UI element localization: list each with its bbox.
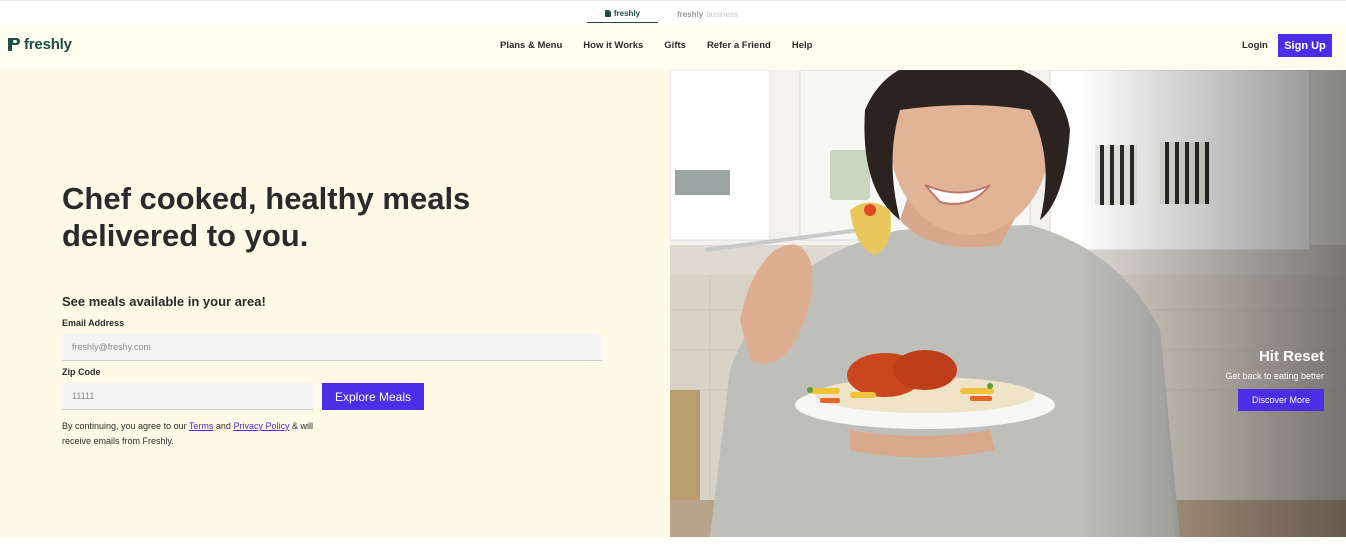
main-nav: Plans & Menu How it Works Gifts Refer a … — [500, 40, 812, 51]
freshly-logo[interactable]: freshly — [8, 36, 72, 53]
woman-eating-pasta-photo — [670, 70, 1346, 537]
brand-switcher: freshly freshly business — [0, 0, 1346, 24]
nav-how-it-works[interactable]: How it Works — [583, 40, 643, 51]
freshly-business-tab-suffix: business — [706, 9, 738, 19]
legal-notice: By continuing, you agree to our Terms an… — [62, 419, 322, 449]
nav-refer-a-friend[interactable]: Refer a Friend — [707, 40, 771, 51]
hero-image: Hit Reset Get back to eating better Disc… — [670, 70, 1346, 537]
login-link[interactable]: Login — [1242, 40, 1268, 51]
explore-meals-button[interactable]: Explore Meals — [322, 383, 424, 410]
terms-link[interactable]: Terms — [189, 421, 214, 431]
freshly-tab[interactable]: freshly — [587, 5, 658, 23]
logo-text: freshly — [24, 36, 72, 53]
zip-field[interactable]: 11111 — [62, 383, 313, 410]
hero-subhead: See meals available in your area! — [62, 294, 266, 309]
zip-label: Zip Code — [62, 367, 101, 377]
nav-help[interactable]: Help — [792, 40, 813, 51]
email-label: Email Address — [62, 318, 125, 328]
freshly-logo-icon — [604, 10, 611, 17]
discover-more-button[interactable]: Discover More — [1238, 389, 1324, 411]
promo-text: Get back to eating better — [1225, 371, 1324, 381]
freshly-business-tab[interactable]: freshly business — [677, 5, 738, 23]
legal-prefix: By continuing, you agree to our — [62, 421, 189, 431]
promo-card: Hit Reset Get back to eating better Disc… — [1225, 348, 1324, 411]
freshly-tab-label: freshly — [613, 9, 641, 18]
email-field[interactable]: freshly@freshy.com — [62, 334, 602, 361]
privacy-policy-link[interactable]: Privacy Policy — [233, 421, 289, 431]
promo-title: Hit Reset — [1258, 348, 1324, 365]
email-placeholder: freshly@freshy.com — [72, 342, 151, 352]
nav-gifts[interactable]: Gifts — [664, 40, 686, 51]
legal-and: and — [213, 421, 234, 431]
freshly-business-tab-label: freshly — [677, 9, 704, 19]
freshly-logo-icon — [8, 38, 20, 51]
hero-headline: Chef cooked, healthy meals delivered to … — [62, 181, 471, 253]
site-header: freshly Plans & Menu How it Works Gifts … — [0, 24, 1346, 70]
sign-up-button[interactable]: Sign Up — [1278, 34, 1332, 57]
hero-signup-panel: Chef cooked, healthy meals delivered to … — [0, 70, 670, 537]
page-bottom-strip — [0, 537, 1346, 546]
nav-plans-menu[interactable]: Plans & Menu — [500, 40, 562, 51]
zip-placeholder: 11111 — [72, 391, 95, 401]
